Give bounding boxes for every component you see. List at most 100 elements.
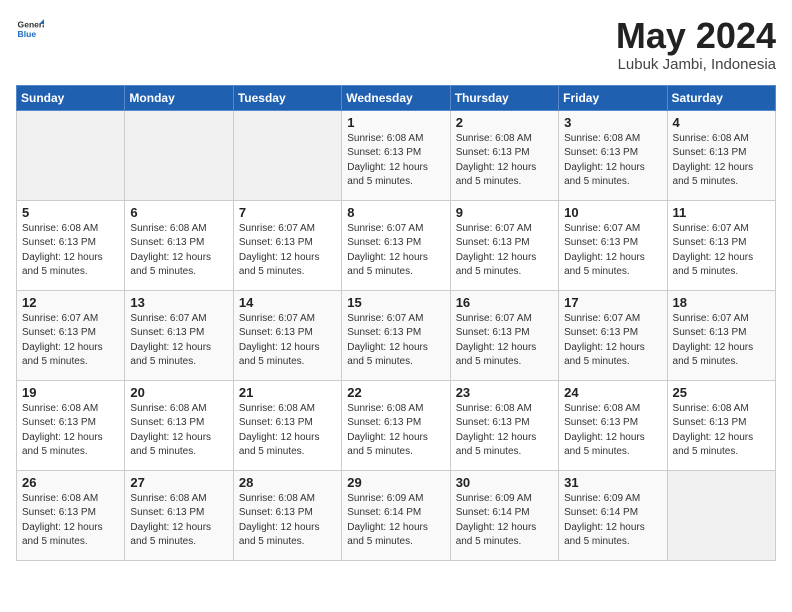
day-number: 26	[22, 475, 119, 490]
calendar-week-3: 12Sunrise: 6:07 AM Sunset: 6:13 PM Dayli…	[17, 290, 776, 380]
col-header-monday: Monday	[125, 85, 233, 110]
day-number: 14	[239, 295, 336, 310]
day-number: 2	[456, 115, 553, 130]
svg-text:General: General	[18, 20, 44, 30]
calendar-cell: 6 Sunrise: 6:08 AM Sunset: 6:13 PM Daylig…	[125, 200, 233, 290]
day-info: Sunrise: 6:08 AM Sunset: 6:13 PM Dayligh…	[130, 492, 227, 550]
calendar-cell: 29 Sunrise: 6:09 AM Sunset: 6:14 PM Dayli…	[342, 470, 450, 560]
calendar-cell: 16 Sunrise: 6:07 AM Sunset: 6:13 PM Dayli…	[450, 290, 558, 380]
day-number: 7	[239, 205, 336, 220]
logo: General Blue	[16, 16, 48, 44]
col-header-tuesday: Tuesday	[233, 85, 341, 110]
day-number: 15	[347, 295, 444, 310]
col-header-saturday: Saturday	[667, 85, 775, 110]
calendar-cell: 8 Sunrise: 6:07 AM Sunset: 6:13 PM Daylig…	[342, 200, 450, 290]
day-info: Sunrise: 6:07 AM Sunset: 6:13 PM Dayligh…	[347, 312, 444, 370]
calendar-cell: 5Sunrise: 6:08 AM Sunset: 6:13 PM Daylig…	[17, 200, 125, 290]
calendar-cell: 24 Sunrise: 6:08 AM Sunset: 6:13 PM Dayli…	[559, 380, 667, 470]
day-info: Sunrise: 6:08 AM Sunset: 6:13 PM Dayligh…	[130, 222, 227, 280]
day-info: Sunrise: 6:08 AM Sunset: 6:13 PM Dayligh…	[130, 402, 227, 460]
day-number: 28	[239, 475, 336, 490]
day-info: Sunrise: 6:08 AM Sunset: 6:13 PM Dayligh…	[456, 402, 553, 460]
col-header-thursday: Thursday	[450, 85, 558, 110]
col-header-wednesday: Wednesday	[342, 85, 450, 110]
calendar-cell: 11 Sunrise: 6:07 AM Sunset: 6:13 PM Dayli…	[667, 200, 775, 290]
day-number: 1	[347, 115, 444, 130]
calendar-cell: 9 Sunrise: 6:07 AM Sunset: 6:13 PM Daylig…	[450, 200, 558, 290]
day-info: Sunrise: 6:08 AM Sunset: 6:13 PM Dayligh…	[347, 402, 444, 460]
calendar-cell: 4 Sunrise: 6:08 AM Sunset: 6:13 PM Daylig…	[667, 110, 775, 200]
calendar-cell	[125, 110, 233, 200]
day-number: 11	[673, 205, 770, 220]
day-number: 17	[564, 295, 661, 310]
day-info: Sunrise: 6:08 AM Sunset: 6:13 PM Dayligh…	[22, 402, 119, 460]
calendar-cell: 23 Sunrise: 6:08 AM Sunset: 6:13 PM Dayli…	[450, 380, 558, 470]
day-info: Sunrise: 6:07 AM Sunset: 6:13 PM Dayligh…	[564, 222, 661, 280]
day-number: 22	[347, 385, 444, 400]
calendar-week-5: 26 Sunrise: 6:08 AM Sunset: 6:13 PM Dayli…	[17, 470, 776, 560]
calendar-cell: 27Sunrise: 6:08 AM Sunset: 6:13 PM Dayli…	[125, 470, 233, 560]
day-number: 8	[347, 205, 444, 220]
day-info: Sunrise: 6:07 AM Sunset: 6:13 PM Dayligh…	[456, 312, 553, 370]
day-number: 18	[673, 295, 770, 310]
day-info: Sunrise: 6:08 AM Sunset: 6:13 PM Dayligh…	[347, 132, 444, 190]
day-info: Sunrise: 6:07 AM Sunset: 6:13 PM Dayligh…	[239, 222, 336, 280]
calendar-cell: 15 Sunrise: 6:07 AM Sunset: 6:13 PM Dayli…	[342, 290, 450, 380]
calendar-body: 1 Sunrise: 6:08 AM Sunset: 6:13 PM Daylig…	[17, 110, 776, 560]
day-info: Sunrise: 6:07 AM Sunset: 6:13 PM Dayligh…	[673, 312, 770, 370]
day-info: Sunrise: 6:07 AM Sunset: 6:13 PM Dayligh…	[456, 222, 553, 280]
calendar-cell: 18 Sunrise: 6:07 AM Sunset: 6:13 PM Dayli…	[667, 290, 775, 380]
day-info: Sunrise: 6:08 AM Sunset: 6:13 PM Dayligh…	[564, 402, 661, 460]
day-info: Sunrise: 6:09 AM Sunset: 6:14 PM Dayligh…	[456, 492, 553, 550]
day-info: Sunrise: 6:08 AM Sunset: 6:13 PM Dayligh…	[239, 492, 336, 550]
calendar-cell: 3Sunrise: 6:08 AM Sunset: 6:13 PM Daylig…	[559, 110, 667, 200]
day-info: Sunrise: 6:07 AM Sunset: 6:13 PM Dayligh…	[239, 312, 336, 370]
day-info: Sunrise: 6:08 AM Sunset: 6:13 PM Dayligh…	[22, 492, 119, 550]
calendar-cell	[667, 470, 775, 560]
svg-text:Blue: Blue	[18, 29, 37, 39]
day-number: 9	[456, 205, 553, 220]
day-number: 4	[673, 115, 770, 130]
logo-icon: General Blue	[16, 16, 44, 44]
calendar-cell: 31Sunrise: 6:09 AM Sunset: 6:14 PM Dayli…	[559, 470, 667, 560]
calendar-cell: 26 Sunrise: 6:08 AM Sunset: 6:13 PM Dayli…	[17, 470, 125, 560]
day-info: Sunrise: 6:08 AM Sunset: 6:13 PM Dayligh…	[22, 222, 119, 280]
calendar-cell: 13Sunrise: 6:07 AM Sunset: 6:13 PM Dayli…	[125, 290, 233, 380]
day-number: 24	[564, 385, 661, 400]
day-number: 6	[130, 205, 227, 220]
calendar-week-4: 19 Sunrise: 6:08 AM Sunset: 6:13 PM Dayli…	[17, 380, 776, 470]
day-info: Sunrise: 6:07 AM Sunset: 6:13 PM Dayligh…	[130, 312, 227, 370]
calendar-cell: 10 Sunrise: 6:07 AM Sunset: 6:13 PM Dayli…	[559, 200, 667, 290]
day-info: Sunrise: 6:07 AM Sunset: 6:13 PM Dayligh…	[673, 222, 770, 280]
day-number: 30	[456, 475, 553, 490]
day-info: Sunrise: 6:08 AM Sunset: 6:13 PM Dayligh…	[239, 402, 336, 460]
day-info: Sunrise: 6:08 AM Sunset: 6:13 PM Dayligh…	[456, 132, 553, 190]
calendar-cell: 1 Sunrise: 6:08 AM Sunset: 6:13 PM Daylig…	[342, 110, 450, 200]
day-number: 19	[22, 385, 119, 400]
day-info: Sunrise: 6:08 AM Sunset: 6:13 PM Dayligh…	[673, 132, 770, 190]
day-number: 29	[347, 475, 444, 490]
col-header-sunday: Sunday	[17, 85, 125, 110]
calendar-cell: 20 Sunrise: 6:08 AM Sunset: 6:13 PM Dayli…	[125, 380, 233, 470]
calendar-cell: 25 Sunrise: 6:08 AM Sunset: 6:13 PM Dayli…	[667, 380, 775, 470]
day-info: Sunrise: 6:07 AM Sunset: 6:13 PM Dayligh…	[347, 222, 444, 280]
calendar-cell: 17Sunrise: 6:07 AM Sunset: 6:13 PM Dayli…	[559, 290, 667, 380]
calendar-cell: 22 Sunrise: 6:08 AM Sunset: 6:13 PM Dayli…	[342, 380, 450, 470]
calendar-cell	[17, 110, 125, 200]
month-title: May 2024	[616, 16, 776, 56]
day-number: 20	[130, 385, 227, 400]
calendar-cell: 2 Sunrise: 6:08 AM Sunset: 6:13 PM Daylig…	[450, 110, 558, 200]
day-number: 10	[564, 205, 661, 220]
calendar-week-2: 5Sunrise: 6:08 AM Sunset: 6:13 PM Daylig…	[17, 200, 776, 290]
day-info: Sunrise: 6:07 AM Sunset: 6:13 PM Dayligh…	[22, 312, 119, 370]
day-number: 23	[456, 385, 553, 400]
calendar-cell: 19 Sunrise: 6:08 AM Sunset: 6:13 PM Dayli…	[17, 380, 125, 470]
calendar-week-1: 1 Sunrise: 6:08 AM Sunset: 6:13 PM Daylig…	[17, 110, 776, 200]
calendar-table: SundayMondayTuesdayWednesdayThursdayFrid…	[16, 85, 776, 561]
day-number: 25	[673, 385, 770, 400]
day-number: 16	[456, 295, 553, 310]
page-header: General Blue May 2024 Lubuk Jambi, Indon…	[16, 16, 776, 73]
day-info: Sunrise: 6:09 AM Sunset: 6:14 PM Dayligh…	[347, 492, 444, 550]
day-info: Sunrise: 6:08 AM Sunset: 6:13 PM Dayligh…	[673, 402, 770, 460]
calendar-header-row: SundayMondayTuesdayWednesdayThursdayFrid…	[17, 85, 776, 110]
